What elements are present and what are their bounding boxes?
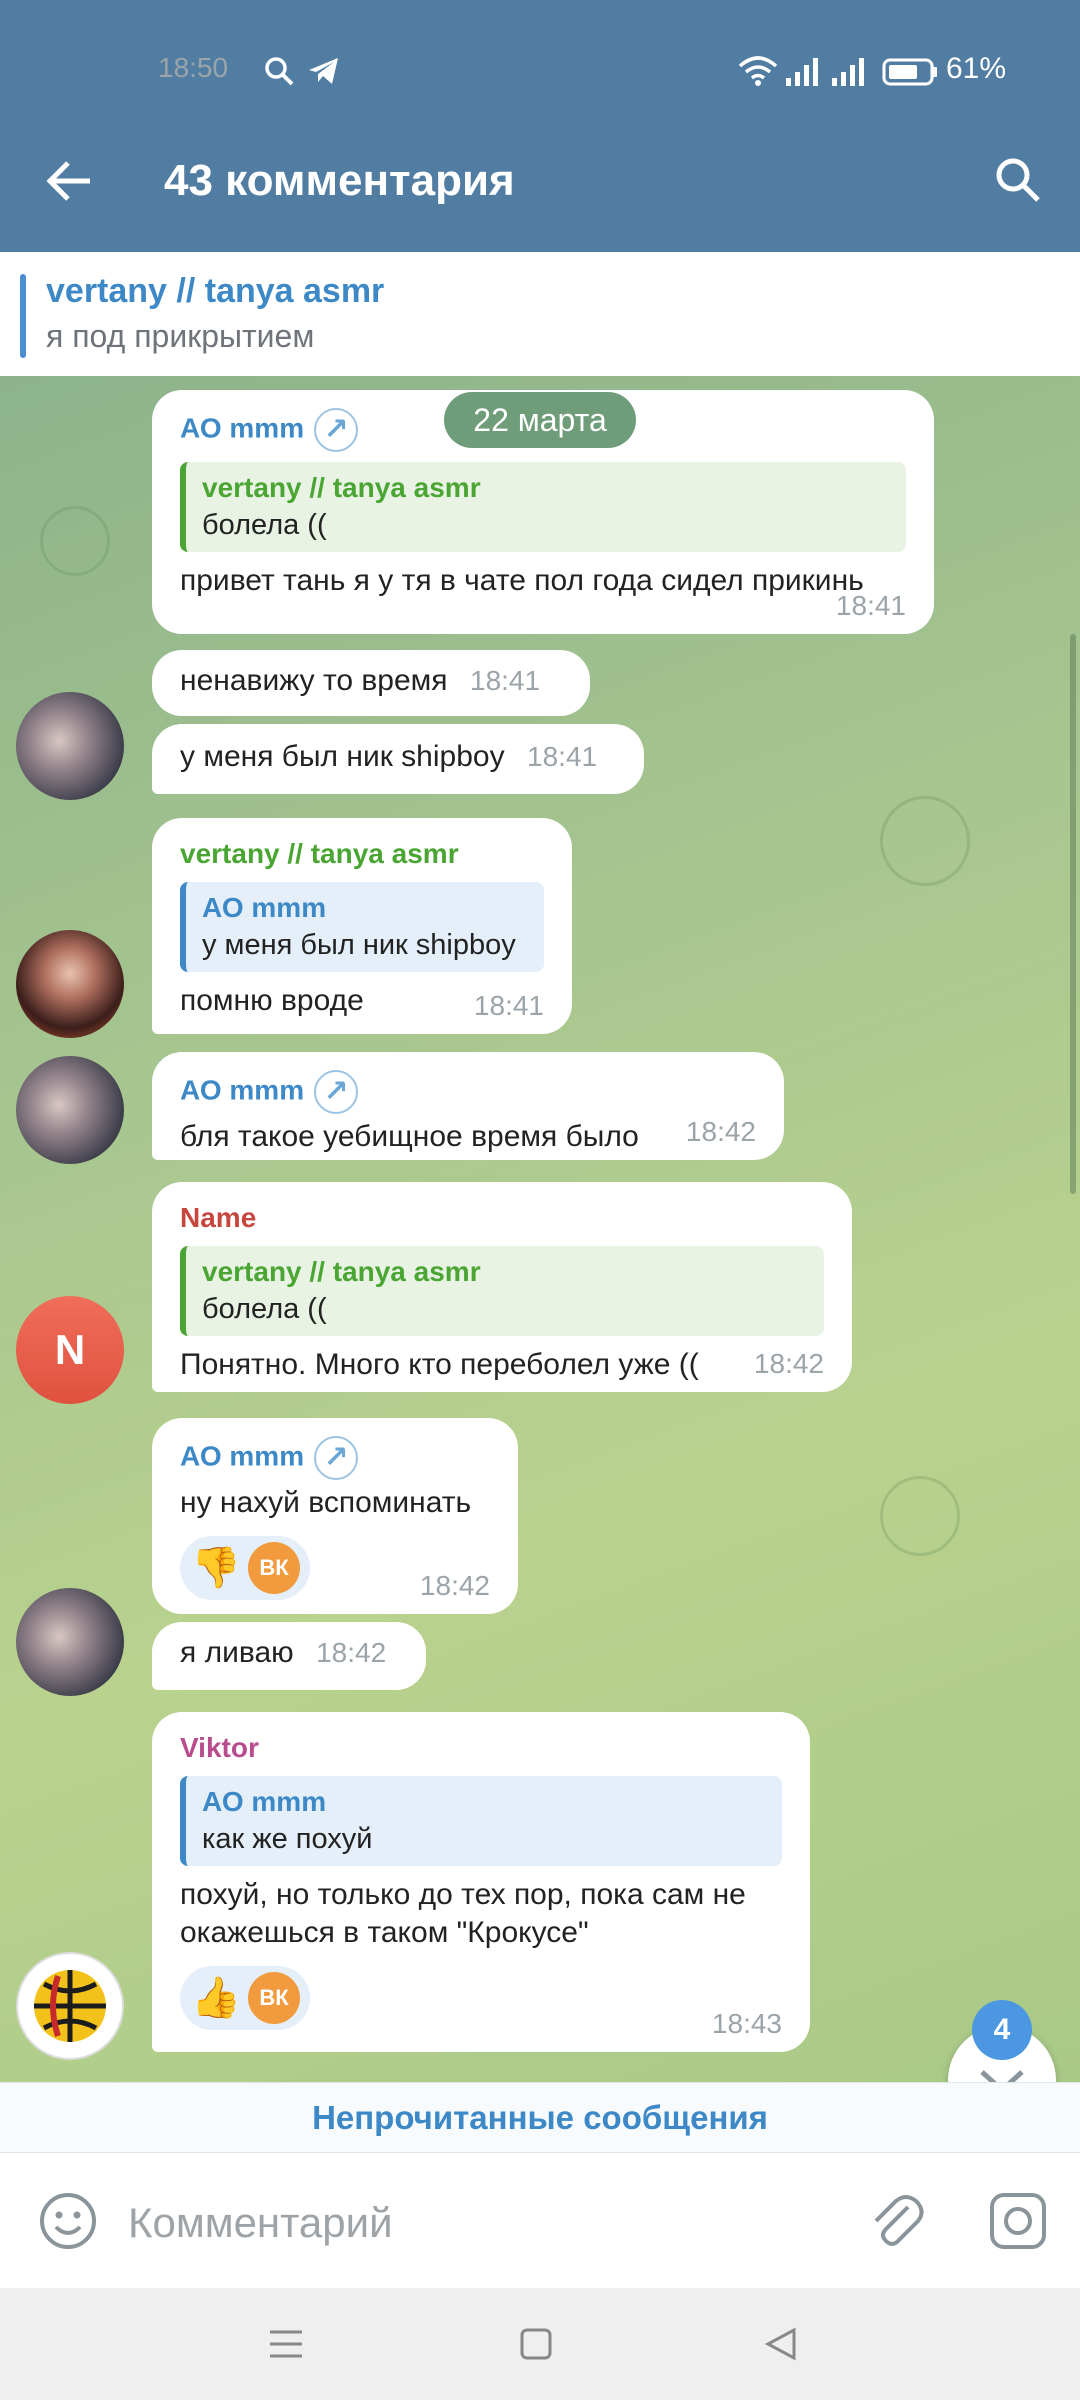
- message-time: 18:42: [419, 1570, 490, 1601]
- quote-text: у меня был ник shipboy: [202, 929, 516, 961]
- message-bubble[interactable]: у меня был ник shipboy 18:41: [152, 724, 644, 794]
- reply-quote[interactable]: vertany // tanya asmr болела ((: [180, 462, 906, 552]
- post-text: я под прикрытием: [46, 318, 315, 354]
- quote-author: АО mmm: [202, 892, 327, 923]
- attach-icon[interactable]: [864, 2189, 928, 2253]
- message-sender[interactable]: Name: [180, 1200, 824, 1236]
- message-text: я ливаю: [180, 1636, 294, 1669]
- quote-text: болела ((: [202, 509, 327, 541]
- message-bubble[interactable]: Viktor АО mmm как же похуй похуй, но тол…: [152, 1712, 810, 2052]
- avatar[interactable]: [16, 1952, 124, 2060]
- unread-label: Непрочитанные сообщения: [312, 2099, 768, 2136]
- message-time: 18:43: [711, 2008, 782, 2039]
- wifi-icon: [738, 56, 778, 86]
- background-doodle: [880, 796, 970, 886]
- camera-icon[interactable]: [986, 2189, 1050, 2253]
- message-sender[interactable]: Viktor: [180, 1730, 782, 1766]
- message-bubble[interactable]: АО mmm ↗ бля такое уебищное время было 18…: [152, 1052, 784, 1160]
- message-time: 18:41: [527, 741, 598, 772]
- message-time: 18:42: [685, 1116, 756, 1147]
- reaction-chip[interactable]: 👍 ВК: [180, 1966, 310, 2030]
- message-text: ненавижу то время: [180, 664, 448, 697]
- comment-input[interactable]: [128, 2193, 828, 2253]
- reactor-avatar: ВК: [248, 1542, 300, 1594]
- battery-percent: 61%: [946, 52, 1007, 85]
- message-time: 18:42: [753, 1348, 824, 1379]
- quote-author: vertany // tanya asmr: [202, 1256, 481, 1287]
- message-bubble[interactable]: я ливаю 18:42: [152, 1622, 426, 1690]
- message-text: привет тань я у тя в чате пол года сидел…: [180, 564, 864, 597]
- globe-logo-icon: [34, 1970, 106, 2042]
- back-arrow-icon[interactable]: [44, 154, 98, 208]
- avatar[interactable]: [16, 1588, 124, 1696]
- avatar[interactable]: N: [16, 1296, 124, 1404]
- avatar[interactable]: [16, 1056, 124, 1164]
- search-icon[interactable]: [990, 152, 1046, 208]
- message-bubble[interactable]: Name vertany // tanya asmr болела (( Пон…: [152, 1182, 852, 1392]
- message-text: похуй, но только до тех пор, пока сам не…: [180, 1878, 746, 1949]
- reply-quote[interactable]: АО mmm у меня был ник shipboy: [180, 882, 544, 972]
- message-bubble[interactable]: АО mmm ↗ ну нахуй вспоминать 👎 ВК 18:42: [152, 1418, 518, 1614]
- back-icon[interactable]: [754, 2316, 810, 2372]
- scrollbar[interactable]: [1070, 634, 1076, 1194]
- emoji-icon[interactable]: [36, 2189, 100, 2253]
- thumbs-down-icon: 👎: [191, 1546, 241, 1590]
- message-text: бля такое уебищное время было: [180, 1120, 639, 1153]
- message-text: у меня был ник shipboy: [180, 740, 505, 773]
- background-doodle: [40, 506, 110, 576]
- unread-count-badge: 4: [972, 2000, 1032, 2060]
- message-time: 18:41: [473, 990, 544, 1021]
- chat-area[interactable]: 22 марта АО mmm ↗ vertany // tanya asmr б…: [0, 376, 1080, 2082]
- message-text: ну нахуй вспоминать: [180, 1486, 472, 1519]
- message-bubble[interactable]: vertany // tanya asmr АО mmm у меня был …: [152, 818, 572, 1034]
- post-author: vertany // tanya asmr: [46, 272, 385, 310]
- channel-badge-icon: ↗: [314, 408, 359, 452]
- system-nav-bar: [0, 2288, 1080, 2400]
- message-bubble[interactable]: ненавижу то время 18:41: [152, 650, 590, 716]
- status-bar: 18:50 61%: [0, 52, 1080, 92]
- battery-icon: [882, 58, 937, 86]
- thumbs-up-icon: 👍: [191, 1976, 241, 2020]
- signal-icon: [832, 58, 864, 86]
- background-doodle: [880, 1476, 960, 1556]
- date-separator: 22 марта: [444, 392, 636, 448]
- quote-text: как же похуй: [202, 1823, 373, 1855]
- unread-messages-bar: Непрочитанные сообщения: [0, 2082, 1080, 2152]
- comment-input-bar: [0, 2152, 1080, 2288]
- reply-quote[interactable]: АО mmm как же похуй: [180, 1776, 782, 1866]
- reactor-avatar: ВК: [248, 1972, 300, 2024]
- telegram-icon: [309, 58, 338, 84]
- quote-author: АО mmm: [202, 1786, 327, 1817]
- home-icon[interactable]: [508, 2316, 564, 2372]
- message-sender[interactable]: АО mmm ↗: [180, 1436, 490, 1480]
- page-title: 43 комментария: [164, 156, 515, 205]
- avatar[interactable]: [16, 692, 124, 800]
- reply-quote[interactable]: vertany // tanya asmr болела ((: [180, 1246, 824, 1336]
- message-text: Понятно. Много кто переболел уже ((: [180, 1348, 699, 1381]
- signal-icon: [786, 58, 818, 86]
- avatar[interactable]: [16, 930, 124, 1038]
- menu-icon[interactable]: [258, 2316, 314, 2372]
- status-time: 18:50: [158, 52, 229, 83]
- channel-badge-icon: ↗: [314, 1436, 359, 1480]
- message-time: 18:42: [316, 1637, 387, 1668]
- message-time: 18:41: [470, 665, 541, 696]
- channel-badge-icon: ↗: [314, 1070, 359, 1114]
- quote-author: vertany // tanya asmr: [202, 472, 481, 503]
- message-sender[interactable]: vertany // tanya asmr: [180, 836, 544, 872]
- search-icon: [265, 57, 294, 86]
- reaction-chip[interactable]: 👎 ВК: [180, 1536, 310, 1600]
- quote-bar: [20, 274, 26, 358]
- original-post-preview[interactable]: vertany // tanya asmr я под прикрытием: [0, 252, 1080, 376]
- quote-text: болела ((: [202, 1293, 327, 1325]
- message-time: 18:41: [835, 590, 906, 621]
- app-header: 18:50 61% 43 комментария: [0, 0, 1080, 252]
- message-sender[interactable]: АО mmm ↗: [180, 1070, 756, 1114]
